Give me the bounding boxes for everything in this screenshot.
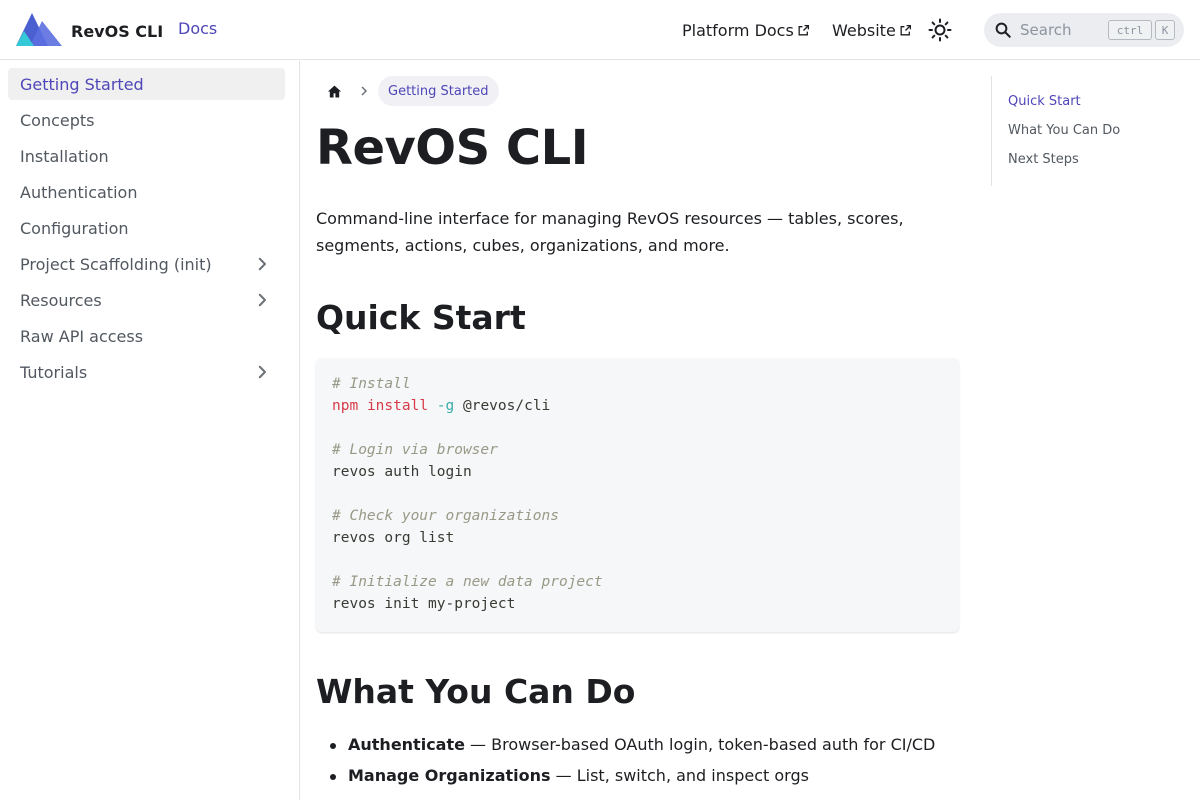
search-box[interactable]: ctrl K — [984, 13, 1184, 47]
list-item: Authenticate — Browser-based OAuth login… — [316, 733, 935, 764]
toc-item-what-you-can-do[interactable]: What You Can Do — [1008, 123, 1120, 138]
chevron-right-icon[interactable] — [253, 255, 271, 273]
capability-desc: — Browser-based OAuth login, token-based… — [464, 735, 936, 754]
nav-platform-docs-link[interactable]: Platform Docs — [682, 0, 810, 60]
chevron-right-icon[interactable] — [253, 363, 271, 381]
code-line: revos org list — [332, 530, 455, 546]
logo-icon — [16, 13, 62, 50]
capability-title: Manage Organizations — [348, 766, 551, 785]
breadcrumb-home-link[interactable] — [316, 76, 352, 106]
external-link-icon — [798, 24, 809, 35]
sidebar-item-label: Installation — [20, 146, 109, 166]
code-token: -g — [436, 398, 455, 414]
capabilities-list: Authenticate — Browser-based OAuth login… — [316, 733, 935, 795]
top-navbar: RevOS CLI Docs Platform Docs Website ctr… — [0, 0, 1200, 60]
shortcut-k-key: K — [1155, 20, 1175, 40]
nav-docs-link[interactable]: Docs — [178, 19, 217, 38]
website-label: Website — [832, 20, 896, 40]
theme-toggle-button[interactable] — [926, 16, 954, 44]
sidebar-item-label: Concepts — [20, 110, 95, 130]
breadcrumb: Getting Started — [316, 76, 499, 106]
sidebar-item-label: Authentication — [20, 182, 138, 202]
code-line: revos auth login — [332, 464, 472, 480]
capability-title: Authenticate — [348, 735, 465, 754]
capability-desc: — List, switch, and inspect orgs — [550, 766, 809, 785]
sidebar-item-label: Project Scaffolding (init) — [20, 254, 212, 274]
external-link-icon — [900, 24, 911, 35]
brand-title: RevOS CLI — [71, 22, 164, 41]
nav-website-link[interactable]: Website — [832, 0, 912, 60]
sidebar-item-label: Raw API access — [20, 326, 144, 346]
page-title: RevOS CLI — [316, 120, 589, 176]
sidebar-item-tutorials[interactable]: Tutorials — [8, 356, 285, 388]
code-block[interactable]: # Install npm install -g @revos/cli # Lo… — [316, 358, 959, 632]
brand-link[interactable]: RevOS CLI — [16, 13, 163, 50]
breadcrumb-separator-icon — [352, 85, 376, 97]
sidebar-item-label: Configuration — [20, 218, 129, 238]
home-icon — [327, 85, 341, 97]
sidebar-item-configuration[interactable]: Configuration — [8, 212, 285, 244]
code-comment: # Install — [332, 376, 411, 392]
sidebar-item-raw-api-access[interactable]: Raw API access — [8, 320, 285, 352]
sidebar: Getting Started Concepts Installation Au… — [0, 61, 300, 800]
code-comment: # Initialize a new data project — [332, 574, 603, 590]
intro-paragraph: Command-line interface for managing RevO… — [316, 209, 904, 255]
sidebar-item-label: Tutorials — [20, 362, 88, 382]
table-of-contents: Quick Start What You Can Do Next Steps — [991, 76, 1171, 186]
quick-start-heading: Quick Start — [316, 298, 526, 337]
breadcrumb-current: Getting Started — [378, 76, 499, 106]
sidebar-item-label: Getting Started — [20, 74, 144, 94]
shortcut-ctrl-key: ctrl — [1108, 20, 1152, 40]
code-token: npm — [332, 398, 359, 414]
sidebar-item-concepts[interactable]: Concepts — [8, 104, 285, 136]
search-icon — [995, 22, 1011, 38]
what-you-can-do-heading: What You Can Do — [316, 672, 636, 711]
sidebar-item-label: Resources — [20, 290, 102, 310]
sidebar-item-project-scaffolding[interactable]: Project Scaffolding (init) — [8, 248, 285, 280]
sun-icon — [928, 18, 952, 42]
code-line: revos init my-project — [332, 596, 516, 612]
sidebar-item-getting-started[interactable]: Getting Started — [8, 68, 285, 100]
list-item: Manage Organizations — List, switch, and… — [316, 764, 935, 795]
sidebar-item-authentication[interactable]: Authentication — [8, 176, 285, 208]
chevron-right-icon[interactable] — [253, 291, 271, 309]
sidebar-item-installation[interactable]: Installation — [8, 140, 285, 172]
code-line: npm install -g @revos/cli — [332, 395, 943, 417]
code-comment: # Check your organizations — [332, 508, 559, 524]
code-token: install — [366, 398, 429, 414]
search-input[interactable] — [1020, 20, 1090, 40]
toc-item-quick-start[interactable]: Quick Start — [1008, 94, 1081, 109]
code-token: @revos/cli — [462, 398, 551, 414]
toc-item-next-steps[interactable]: Next Steps — [1008, 152, 1079, 167]
sidebar-item-resources[interactable]: Resources — [8, 284, 285, 316]
code-comment: # Login via browser — [332, 442, 498, 458]
platform-docs-label: Platform Docs — [682, 20, 794, 40]
